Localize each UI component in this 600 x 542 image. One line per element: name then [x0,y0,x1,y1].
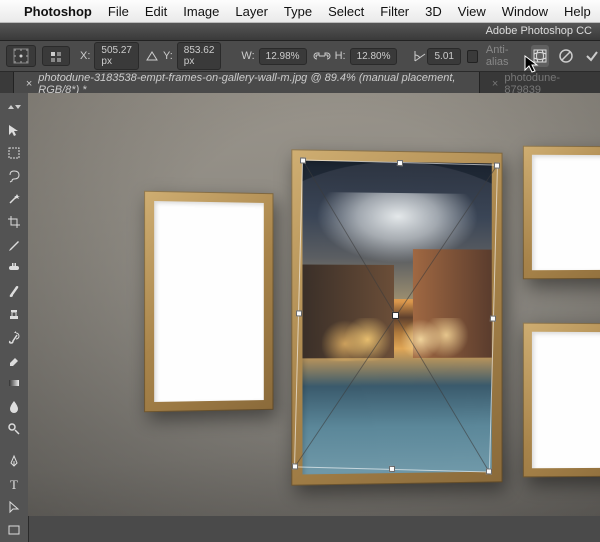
menu-image[interactable]: Image [183,4,219,19]
w-value[interactable]: 12.98% [259,48,307,65]
healing-brush-tool[interactable] [2,257,26,279]
menu-edit[interactable]: Edit [145,4,167,19]
transform-handle-tr[interactable] [494,163,500,169]
reference-point-toggle[interactable] [42,46,70,66]
anti-alias-label: Anti-alias [486,44,523,68]
commit-transform-button[interactable] [583,45,600,67]
eyedropper-tool[interactable] [2,234,26,256]
magic-wand-tool[interactable] [2,188,26,210]
warp-mode-button[interactable] [531,45,549,67]
transform-anchor[interactable] [391,311,400,320]
x-value[interactable]: 505.27 px [94,42,139,70]
tool-panel: T [0,93,29,542]
pen-tool[interactable] [2,450,26,472]
y-label: Y: [163,50,173,62]
rotation-value[interactable]: 5.01 [427,48,460,65]
blur-tool[interactable] [2,395,26,417]
h-value[interactable]: 12.80% [350,48,398,65]
app-title: Adobe Photoshop CC [486,25,592,37]
x-label: X: [80,50,90,62]
app-titlebar: Adobe Photoshop CC [0,23,600,41]
menu-select[interactable]: Select [328,4,364,19]
transform-handle-l[interactable] [296,310,302,316]
transform-bounding-box[interactable] [294,159,498,472]
menu-filter[interactable]: Filter [380,4,409,19]
angle-icon [413,49,427,63]
mac-menubar: Photoshop File Edit Image Layer Type Sel… [0,0,600,23]
gallery-frame-bottom-right [523,323,600,478]
type-tool[interactable]: T [2,473,26,495]
close-tab-icon[interactable]: × [26,78,32,90]
y-value[interactable]: 853.62 px [177,42,222,70]
rectangle-tool[interactable] [2,519,26,541]
transform-handle-t[interactable] [397,160,403,166]
close-tab-icon[interactable]: × [492,78,498,90]
options-bar: X: 505.27 px Y: 853.62 px W: 12.98% H: 1… [0,41,600,72]
transform-handle-tl[interactable] [300,157,306,163]
gallery-frame-top-right [523,146,600,280]
menu-layer[interactable]: Layer [235,4,268,19]
menu-file[interactable]: File [108,4,129,19]
move-tool[interactable] [2,119,26,141]
delta-icon [145,50,159,62]
transform-handle-br[interactable] [486,468,492,474]
history-brush-tool[interactable] [2,326,26,348]
document-canvas[interactable] [28,93,600,516]
w-label: W: [241,50,254,62]
menu-window[interactable]: Window [502,4,548,19]
marquee-tool[interactable] [2,142,26,164]
menu-help[interactable]: Help [564,4,591,19]
eraser-tool[interactable] [2,349,26,371]
transform-handle-r[interactable] [490,315,496,321]
h-label: H: [335,50,346,62]
clone-stamp-tool[interactable] [2,303,26,325]
menu-type[interactable]: Type [284,4,312,19]
gradient-tool[interactable] [2,372,26,394]
link-icon[interactable] [313,50,331,62]
transform-handle-bl[interactable] [292,463,298,469]
transform-handle-b[interactable] [389,466,395,472]
dodge-tool[interactable] [2,418,26,440]
anti-alias-checkbox[interactable] [467,50,478,63]
svg-text:T: T [10,477,18,491]
transform-origin-widget[interactable] [6,45,36,67]
path-selection-tool[interactable] [2,496,26,518]
lasso-tool[interactable] [2,165,26,187]
crop-tool[interactable] [2,211,26,233]
tab-toggle[interactable] [2,96,26,118]
brush-tool[interactable] [2,280,26,302]
menu-3d[interactable]: 3D [425,4,442,19]
menu-view[interactable]: View [458,4,486,19]
menu-photoshop[interactable]: Photoshop [24,4,92,19]
gallery-frame-left [144,191,273,413]
cancel-transform-button[interactable] [557,45,575,67]
